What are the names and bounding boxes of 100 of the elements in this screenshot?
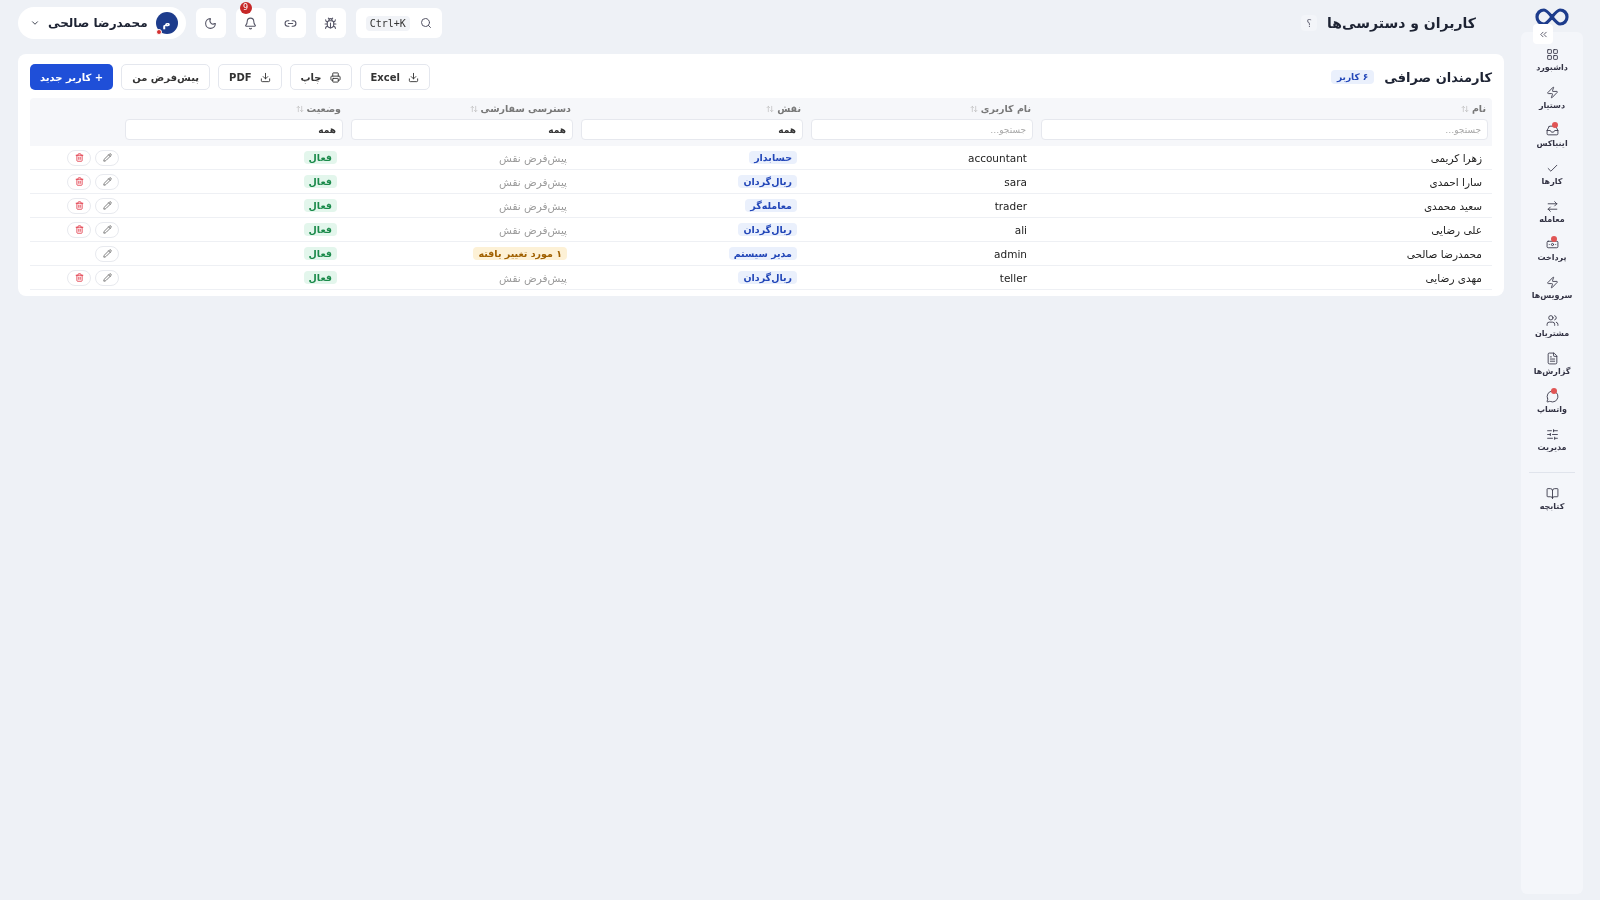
table-cell-text: مهدی رضایی	[1424, 271, 1483, 284]
chat-bubble-icon	[1545, 390, 1559, 403]
toolbar-button[interactable]: چاپ	[289, 64, 352, 90]
pencil-icon	[102, 225, 112, 234]
filter-dropdown[interactable]: همه	[581, 119, 803, 140]
sort-icon	[1460, 104, 1469, 113]
column-header[interactable]: نام کاربری	[807, 98, 1037, 119]
sort-icon	[295, 104, 304, 113]
grid-icon	[1545, 48, 1559, 61]
sidebar-item[interactable]: مدیریت	[1537, 428, 1567, 452]
table-cell-text: ali	[1013, 223, 1028, 236]
edit-button[interactable]	[95, 221, 119, 238]
table-cell-text: پیش‌فرض نقش	[498, 175, 568, 188]
sort-icon	[469, 104, 478, 113]
trash-icon	[74, 225, 84, 234]
help-button[interactable]: ؟	[1301, 15, 1318, 31]
sidebar-item[interactable]: کارها	[1541, 162, 1563, 186]
sliders-icon	[1545, 428, 1559, 441]
edit-button[interactable]	[95, 197, 119, 214]
sidebar-item[interactable]: پرداخت	[1537, 238, 1567, 262]
sidebar-item[interactable]: واتساپ	[1537, 390, 1567, 414]
user-avatar: م	[155, 12, 178, 34]
toolbar-button[interactable]: PDF	[218, 64, 282, 90]
swap-arrows-icon	[1545, 200, 1559, 213]
search-button[interactable]: Ctrl+K	[355, 8, 442, 38]
sidebar-item[interactable]: مشتریان	[1534, 314, 1570, 338]
role-badge: معامله‌گر	[745, 199, 797, 212]
shortcut-hint: Ctrl+K	[365, 15, 410, 31]
table-cell-text: سارا احمدی	[1428, 175, 1483, 188]
delete-button[interactable]	[67, 173, 91, 190]
collapse-button[interactable]	[1533, 24, 1553, 44]
delete-button[interactable]	[67, 197, 91, 214]
bell-icon	[244, 16, 258, 30]
sidebar-item[interactable]: سرویس‌ها	[1531, 276, 1573, 300]
document-icon	[1545, 352, 1559, 365]
filter-dropdown[interactable]: همه	[125, 119, 343, 140]
table-cell-text: علی رضایی	[1430, 223, 1483, 236]
count-badge: ۶ کاربر	[1330, 70, 1375, 84]
trash-icon	[74, 201, 84, 210]
printer-icon	[329, 71, 341, 83]
pencil-icon	[102, 201, 112, 210]
book-icon	[1545, 487, 1559, 500]
search-field[interactable]: جستجو…	[811, 119, 1033, 140]
status-badge: فعال	[303, 175, 337, 188]
infinity-logo	[1535, 8, 1569, 26]
notifications-button[interactable]	[235, 8, 266, 38]
sidebar-item[interactable]: گزارش‌ها	[1533, 352, 1571, 376]
table-cell-text: sara	[1003, 175, 1028, 188]
table-cell-text: پیش‌فرض نقش	[498, 199, 568, 212]
trash-icon	[74, 177, 84, 186]
delete-button[interactable]	[67, 269, 91, 286]
column-header[interactable]: دسترسی سفارشی	[347, 98, 577, 119]
toolbar-button[interactable]: Excel	[359, 64, 430, 90]
card-title: کارمندان صرافی	[1384, 69, 1492, 85]
status-badge: فعال	[303, 247, 337, 260]
sidebar-item[interactable]: داشبورد	[1536, 48, 1568, 72]
role-badge: مدیر سیستم	[728, 247, 797, 260]
status-badge: فعال	[303, 199, 337, 212]
pencil-icon	[102, 177, 112, 186]
delete-button[interactable]	[67, 149, 91, 166]
table-cell-text: پیش‌فرض نقش	[498, 271, 568, 284]
search-field[interactable]: جستجو…	[1041, 119, 1488, 140]
table-cell-text: پیش‌فرض نقش	[498, 151, 568, 164]
status-badge: فعال	[303, 271, 337, 284]
bug-button[interactable]	[315, 8, 346, 38]
table-cell-text: trader	[993, 199, 1028, 212]
status-badge: فعال	[303, 223, 337, 236]
edit-button[interactable]	[95, 149, 119, 166]
link-button[interactable]	[275, 8, 306, 38]
toolbar-button[interactable]: پیش‌فرض من	[121, 64, 211, 90]
sidebar-item[interactable]: معامله	[1539, 200, 1565, 224]
column-header[interactable]: نقش	[577, 98, 807, 119]
edit-button[interactable]	[95, 245, 119, 262]
edit-button[interactable]	[95, 173, 119, 190]
sidebar-item[interactable]: اینباکس	[1536, 124, 1568, 148]
pencil-icon	[102, 273, 112, 282]
users-icon	[1545, 314, 1559, 327]
table-cell-text: accountant	[966, 151, 1028, 164]
new-user-button[interactable]: + کاربر جدید	[30, 64, 114, 90]
table-cell-text: محمدرضا صالحی	[1405, 247, 1483, 260]
pencil-icon	[102, 249, 112, 258]
delete-button[interactable]	[67, 221, 91, 238]
sidebar-item[interactable]: دستیار	[1538, 86, 1566, 110]
table-cell-text: teller	[998, 271, 1028, 284]
table-cell-text: admin	[993, 247, 1028, 260]
sort-icon	[969, 104, 978, 113]
table-cell-text: پیش‌فرض نقش	[498, 223, 568, 236]
column-header[interactable]: وضعیت	[121, 98, 347, 119]
moon-icon	[204, 16, 218, 30]
caret-icon	[30, 18, 40, 28]
theme-button[interactable]	[195, 8, 226, 38]
filter-dropdown[interactable]: همه	[351, 119, 573, 140]
role-badge: ریال‌گردان	[738, 175, 797, 188]
column-header[interactable]: نام	[1037, 98, 1492, 119]
page-title: کاربران و دسترسی‌ها	[1327, 15, 1476, 31]
user-menu[interactable]: م محمدرضا صالحی	[18, 7, 186, 39]
edit-button[interactable]	[95, 269, 119, 286]
trash-icon	[74, 153, 84, 162]
banknote-icon	[1545, 238, 1559, 251]
sidebar-item[interactable]: کتابچه	[1539, 487, 1565, 511]
